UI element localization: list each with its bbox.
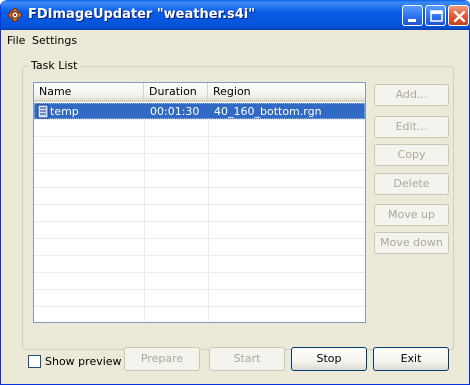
minimize-icon	[408, 19, 416, 22]
grid-line	[34, 272, 365, 273]
task-list-group-label: Task List	[28, 59, 81, 72]
grid-line	[34, 170, 365, 171]
menu-bar: File Settings	[2, 30, 468, 50]
task-name: temp	[50, 105, 79, 118]
close-button[interactable]	[448, 5, 469, 26]
copy-button[interactable]: Copy	[374, 144, 449, 166]
show-preview-label[interactable]: Show preview	[45, 355, 122, 368]
prepare-button[interactable]: Prepare	[124, 347, 200, 371]
grid-line	[34, 204, 365, 205]
column-header-name[interactable]: Name	[34, 83, 144, 100]
exit-button[interactable]: Exit	[373, 347, 449, 371]
grid-line	[34, 255, 365, 256]
close-icon	[453, 10, 466, 23]
show-preview-checkbox[interactable]	[28, 355, 41, 368]
diamond-target-icon	[7, 7, 23, 23]
maximize-icon	[430, 10, 443, 22]
list-header: Name Duration Region	[34, 83, 365, 102]
grid-line	[34, 187, 365, 188]
grid-line	[34, 238, 365, 239]
cell-name: temp	[35, 104, 145, 119]
start-button[interactable]: Start	[209, 347, 285, 371]
app-window: FDImageUpdater "weather.s4i" File Settin…	[0, 0, 470, 385]
table-row[interactable]: temp 00:01:30 40_160_bottom.rgn	[34, 103, 365, 119]
move-up-button[interactable]: Move up	[374, 204, 449, 226]
title-bar[interactable]: FDImageUpdater "weather.s4i"	[1, 0, 470, 30]
column-header-region[interactable]: Region	[208, 83, 365, 100]
grid-line	[34, 153, 365, 154]
column-header-duration[interactable]: Duration	[144, 83, 208, 100]
grid-line	[34, 136, 365, 137]
move-down-button[interactable]: Move down	[374, 232, 449, 254]
window-title: FDImageUpdater "weather.s4i"	[28, 7, 256, 22]
cell-region: 40_160_bottom.rgn	[214, 105, 322, 118]
minimize-button[interactable]	[402, 5, 423, 26]
maximize-button[interactable]	[425, 5, 446, 26]
grid-line	[34, 221, 365, 222]
task-list-icon	[37, 104, 50, 119]
menu-file[interactable]: File	[7, 34, 25, 47]
grid-line	[34, 119, 365, 120]
edit-button[interactable]: Edit...	[374, 116, 449, 138]
cell-duration: 00:01:30	[150, 105, 200, 118]
menu-settings[interactable]: Settings	[32, 34, 77, 47]
grid-line	[34, 289, 365, 290]
delete-button[interactable]: Delete	[374, 173, 449, 195]
grid-line	[34, 306, 365, 307]
add-button[interactable]: Add...	[374, 84, 449, 106]
stop-button[interactable]: Stop	[291, 347, 367, 371]
task-list-view[interactable]: Name Duration Region temp 00:01:30 40_16…	[33, 82, 366, 323]
